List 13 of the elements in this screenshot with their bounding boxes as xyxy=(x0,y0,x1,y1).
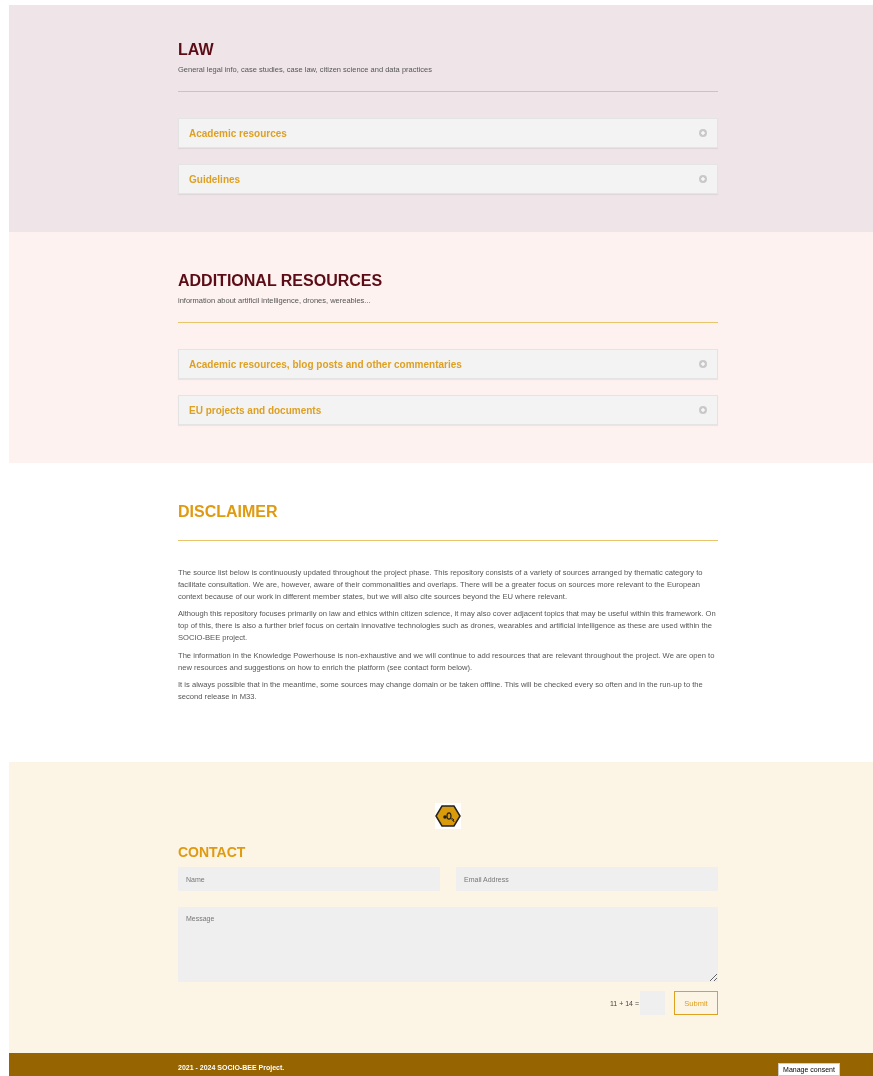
plus-icon xyxy=(699,129,707,137)
accordion-item[interactable]: EU projects and documents xyxy=(178,395,718,425)
section-title: CONTACT xyxy=(178,843,247,861)
bee-logo-icon xyxy=(435,803,461,829)
plus-icon xyxy=(699,406,707,414)
plus-icon xyxy=(699,175,707,183)
section-title: DISCLAIMER xyxy=(178,503,279,521)
section-title: LAW xyxy=(178,41,215,59)
section-title: ADDITIONAL RESOURCES xyxy=(178,272,384,290)
accordion-item[interactable]: Academic resources xyxy=(178,118,718,148)
plus-icon xyxy=(699,360,707,368)
accordion-item[interactable]: Guidelines xyxy=(178,164,718,194)
accordion-item[interactable]: Academic resources, blog posts and other commentaries xyxy=(178,349,718,379)
